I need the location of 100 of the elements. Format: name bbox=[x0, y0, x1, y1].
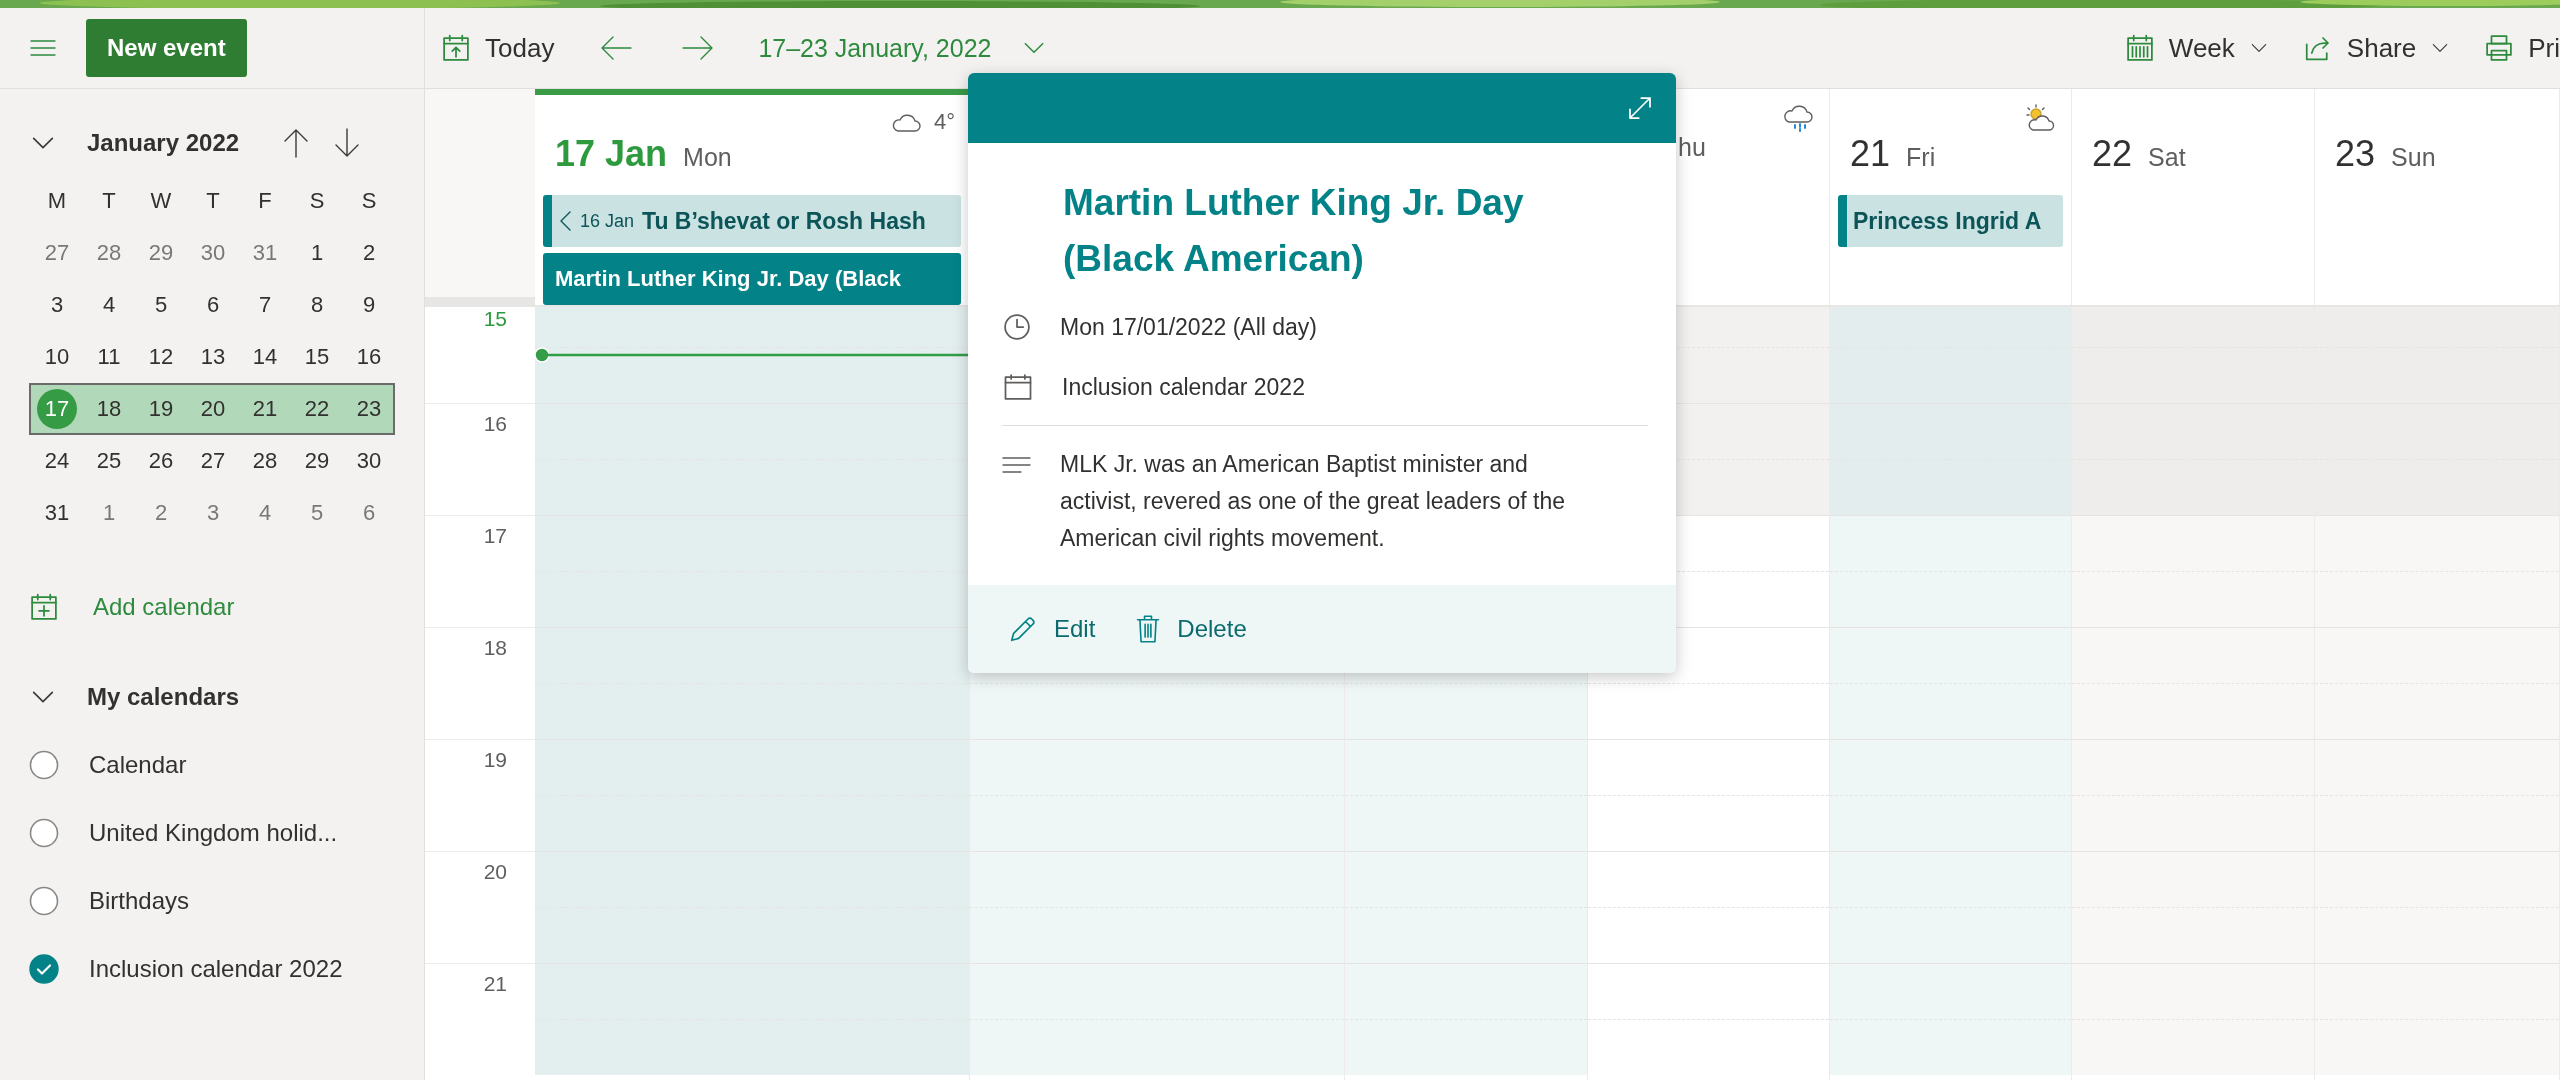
pencil-icon bbox=[1008, 614, 1038, 644]
add-calendar-button[interactable]: Add calendar bbox=[29, 585, 235, 629]
calendar-name[interactable]: Inclusion calendar 2022 bbox=[89, 955, 343, 983]
chevron-left-icon bbox=[558, 210, 572, 232]
date-cell[interactable]: 28 bbox=[239, 441, 291, 481]
day-number[interactable]: 22 bbox=[2092, 133, 2133, 175]
arrow-down-icon[interactable] bbox=[334, 128, 360, 158]
event-chip[interactable]: Princess Ingrid A bbox=[1838, 195, 2063, 247]
share-button[interactable]: Share bbox=[2302, 20, 2451, 76]
print-button[interactable]: Pri bbox=[2484, 20, 2560, 76]
weekday-label: W bbox=[149, 188, 173, 214]
date-cell[interactable]: 23 bbox=[343, 389, 395, 429]
date-cell[interactable]: 29 bbox=[291, 441, 343, 481]
date-cell[interactable]: 18 bbox=[83, 389, 135, 429]
date-cell[interactable]: 31 bbox=[31, 493, 83, 533]
date-cell[interactable]: 21 bbox=[239, 389, 291, 429]
date-cell[interactable]: 31 bbox=[239, 233, 291, 273]
date-cell[interactable]: 22 bbox=[291, 389, 343, 429]
edit-button[interactable]: Edit bbox=[1008, 614, 1096, 644]
event-title: Martin Luther King Jr. Day (Black American) bbox=[1063, 181, 1525, 281]
date-cell[interactable]: 1 bbox=[83, 493, 135, 533]
arrow-left-icon bbox=[599, 34, 634, 62]
date-cell[interactable]: 10 bbox=[31, 337, 83, 377]
calendar-name[interactable]: Calendar bbox=[89, 751, 187, 779]
day-number[interactable]: 17 Jan bbox=[555, 133, 668, 175]
date-cell[interactable]: 13 bbox=[187, 337, 239, 377]
date-cell[interactable]: 27 bbox=[31, 233, 83, 273]
temperature: 4° bbox=[933, 109, 955, 135]
date-cell[interactable]: 16 bbox=[343, 337, 395, 377]
event-chip[interactable]: Martin Luther King Jr. Day (Black bbox=[543, 253, 961, 305]
calendar-icon bbox=[1002, 372, 1034, 402]
hour-label: 15 bbox=[482, 307, 508, 332]
date-cell[interactable]: 4 bbox=[83, 285, 135, 325]
date-cell[interactable]: 2 bbox=[135, 493, 187, 533]
date-cell[interactable]: 27 bbox=[187, 441, 239, 481]
date-cell[interactable]: 4 bbox=[239, 493, 291, 533]
trash-icon bbox=[1135, 614, 1162, 644]
date-cell[interactable]: 15 bbox=[291, 337, 343, 377]
weekday-label: F bbox=[257, 188, 273, 214]
date-cell[interactable]: 6 bbox=[343, 493, 395, 533]
date-cell[interactable]: 17 bbox=[37, 389, 77, 429]
date-cell[interactable]: 1 bbox=[291, 233, 343, 273]
checked-circle[interactable] bbox=[29, 954, 59, 984]
weekday-label: Mon bbox=[683, 143, 732, 172]
delete-button[interactable]: Delete bbox=[1135, 614, 1247, 644]
radio-circle[interactable] bbox=[29, 750, 59, 780]
month-title: January 2022 bbox=[87, 129, 241, 157]
date-cell[interactable]: 14 bbox=[239, 337, 291, 377]
calendar-grid-icon bbox=[2124, 33, 2155, 63]
date-cell[interactable]: 30 bbox=[187, 233, 239, 273]
calendar-group-header[interactable]: My calendars bbox=[29, 675, 240, 719]
date-cell[interactable]: 30 bbox=[343, 441, 395, 481]
weekday-label: S bbox=[360, 188, 378, 214]
date-cell[interactable]: 5 bbox=[135, 285, 187, 325]
radio-circle[interactable] bbox=[29, 886, 59, 916]
weekday-label: hu bbox=[1678, 133, 1706, 162]
calendar-name[interactable]: United Kingdom holid... bbox=[89, 819, 338, 847]
date-cell[interactable]: 5 bbox=[291, 493, 343, 533]
date-cell[interactable]: 25 bbox=[83, 441, 135, 481]
arrow-right-icon bbox=[681, 34, 716, 62]
calendar-plus-icon bbox=[29, 592, 59, 622]
date-cell[interactable]: 9 bbox=[343, 285, 395, 325]
sun-cloud-icon bbox=[2023, 103, 2057, 133]
today-button[interactable]: Today bbox=[441, 20, 555, 76]
date-cell[interactable]: 6 bbox=[187, 285, 239, 325]
selected-week[interactable]: 17 18 19 20 21 22 23 bbox=[29, 383, 395, 435]
date-cell[interactable]: 2 bbox=[343, 233, 395, 273]
menu-icon bbox=[30, 38, 56, 58]
event-chip[interactable]: 16 Jan Tu B’shevat or Rosh Hash bbox=[543, 195, 961, 247]
date-cell[interactable]: 28 bbox=[83, 233, 135, 273]
day-number[interactable]: 23 bbox=[2335, 133, 2376, 175]
date-cell[interactable]: 3 bbox=[187, 493, 239, 533]
date-cell[interactable]: 26 bbox=[135, 441, 187, 481]
date-cell[interactable]: 12 bbox=[135, 337, 187, 377]
new-event-button[interactable]: New event bbox=[86, 19, 247, 77]
weekday-label: T bbox=[101, 188, 117, 214]
time-slot[interactable] bbox=[535, 347, 969, 403]
weekday-label: Sat bbox=[2148, 143, 2186, 172]
date-cell[interactable]: 7 bbox=[239, 285, 291, 325]
date-cell[interactable]: 11 bbox=[83, 337, 135, 377]
arrow-up-icon[interactable] bbox=[283, 128, 309, 158]
event-time: Mon 17/01/2022 (All day) bbox=[1060, 313, 1317, 341]
rain-cloud-icon bbox=[1781, 103, 1815, 133]
date-cell[interactable]: 8 bbox=[291, 285, 343, 325]
date-range-dropdown[interactable]: 17–23 January, 2022 bbox=[758, 20, 1048, 76]
radio-circle[interactable] bbox=[29, 818, 59, 848]
text-lines-icon bbox=[1002, 454, 1032, 476]
date-cell[interactable]: 19 bbox=[135, 389, 187, 429]
date-cell[interactable]: 24 bbox=[31, 441, 83, 481]
date-cell[interactable]: 20 bbox=[187, 389, 239, 429]
day-number[interactable]: 21 bbox=[1850, 133, 1891, 175]
date-cell[interactable]: 29 bbox=[135, 233, 187, 273]
calendar-arrow-icon bbox=[441, 33, 471, 63]
date-cell[interactable]: 3 bbox=[31, 285, 83, 325]
weekday-label: M bbox=[46, 188, 68, 214]
event-description: MLK Jr. was an American Baptist minister and activist, revered as one of the great leaders of the American civil rights movement. bbox=[1060, 450, 1566, 553]
view-dropdown[interactable]: Week bbox=[2124, 20, 2269, 76]
weekday-label: S bbox=[308, 188, 326, 214]
event-title: Tu B’shevat or Rosh Hash bbox=[642, 207, 926, 235]
calendar-name[interactable]: Birthdays bbox=[89, 887, 190, 915]
